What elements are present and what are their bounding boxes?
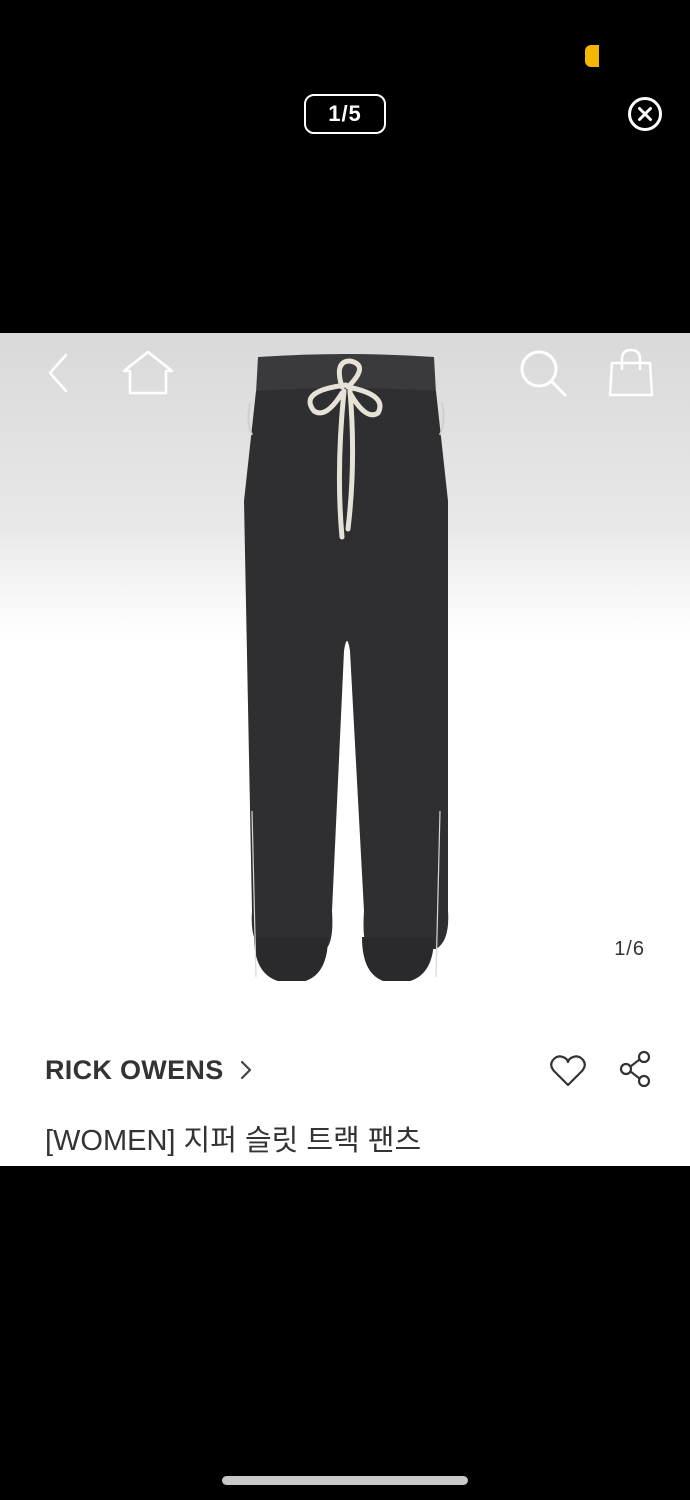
brand-name: RICK OWENS (45, 1055, 224, 1085)
status-indicator (585, 45, 599, 67)
product-hero: 1/6 (0, 333, 690, 1023)
home-indicator[interactable] (222, 1476, 468, 1485)
shopping-bag-icon (608, 348, 654, 397)
heart-icon (550, 1055, 586, 1087)
back-button[interactable] (40, 351, 80, 395)
close-circle-icon (628, 97, 662, 131)
search-icon (520, 350, 567, 397)
chevron-right-icon (241, 1060, 252, 1079)
image-viewer-header: 1/5 (0, 0, 690, 333)
chevron-left-icon (48, 353, 68, 393)
image-counter: 1/6 (614, 938, 645, 960)
home-icon (122, 350, 174, 395)
home-button[interactable] (120, 349, 176, 397)
viewer-page-counter: 1/5 (304, 94, 386, 134)
cart-button[interactable] (604, 347, 658, 399)
brand-row: RICK OWENS (45, 1049, 655, 1091)
brand-link[interactable]: RICK OWENS (45, 1055, 253, 1086)
pants-cuff-right (362, 937, 434, 981)
screenshot-panel: 1/6 RICK OWENS [WOMEN] 지퍼 슬릿 트랙 팬츠 (0, 333, 690, 1166)
share-button[interactable] (615, 1049, 655, 1089)
product-name: [WOMEN] 지퍼 슬릿 트랙 팬츠 (45, 1125, 422, 1157)
pants-body (244, 388, 449, 949)
search-button[interactable] (516, 347, 570, 399)
share-icon (619, 1050, 651, 1088)
wishlist-button[interactable] (548, 1051, 588, 1091)
close-button[interactable] (627, 96, 663, 132)
pants-cuff-left (254, 937, 328, 981)
product-image[interactable] (238, 351, 456, 981)
